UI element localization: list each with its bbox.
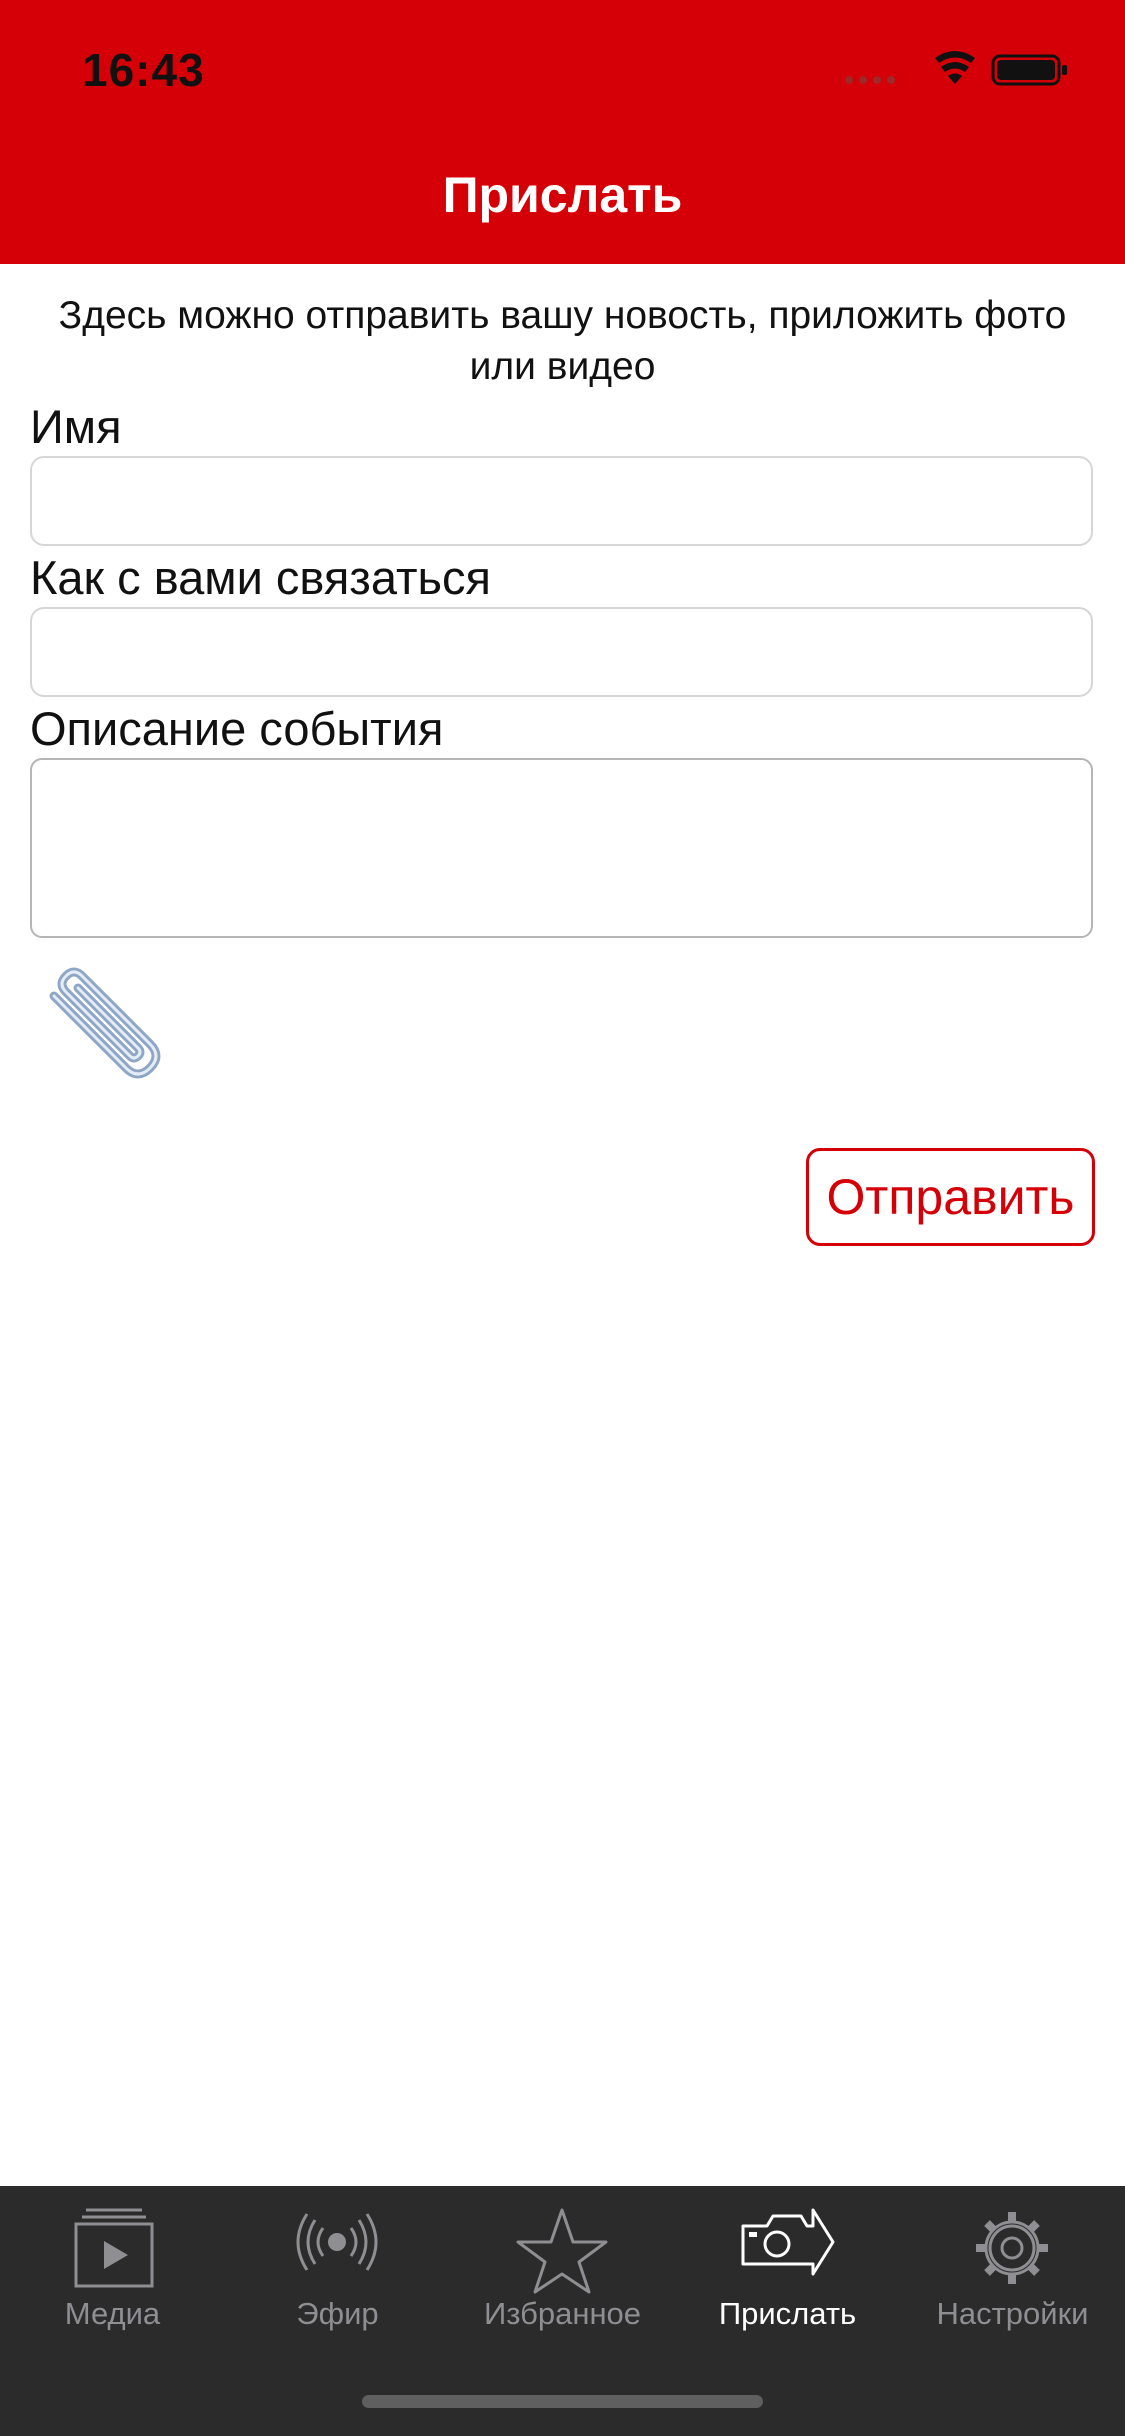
gear-icon (976, 2212, 1048, 2284)
contact-label: Как с вами связаться (30, 551, 491, 604)
tab-label: Настройки (936, 2296, 1089, 2331)
status-icons (845, 51, 1067, 86)
description-field[interactable] (30, 758, 1093, 938)
camera-send-icon (741, 2208, 835, 2276)
wifi-icon (935, 51, 975, 84)
intro-text: Здесь можно отправить вашу новость, прил… (58, 294, 1067, 388)
tab-broadcast[interactable]: Эфир (225, 2186, 450, 2346)
paperclip-icon[interactable] (34, 966, 164, 1096)
tab-label: Прислать (718, 2296, 857, 2331)
tab-settings[interactable]: Настройки (900, 2186, 1125, 2346)
tab-label: Медиа (64, 2296, 161, 2331)
description-label: Описание события (30, 702, 444, 755)
home-indicator[interactable] (362, 2395, 763, 2408)
name-field[interactable] (30, 456, 1093, 546)
tab-media[interactable]: Медиа (0, 2186, 225, 2346)
signal-icon (845, 76, 895, 84)
media-play-icon (74, 2208, 154, 2288)
tab-send[interactable]: Прислать (675, 2186, 900, 2346)
send-button[interactable]: Отправить (806, 1148, 1095, 1246)
page-title: Прислать (442, 167, 683, 223)
battery-icon (991, 54, 1067, 86)
status-time: 16:43 (82, 44, 205, 96)
name-label: Имя (30, 400, 122, 453)
tab-favorites[interactable]: Избранное (450, 2186, 675, 2346)
tab-label: Эфир (296, 2296, 379, 2331)
tab-label: Избранное (483, 2296, 642, 2331)
star-icon (516, 2208, 608, 2294)
tab-bar: Медиа Эфир Избранное Прислать Настройки (0, 2186, 1125, 2436)
contact-field[interactable] (30, 607, 1093, 697)
nav-header: 16:43 Прислать (0, 0, 1125, 264)
broadcast-icon (296, 2213, 378, 2271)
